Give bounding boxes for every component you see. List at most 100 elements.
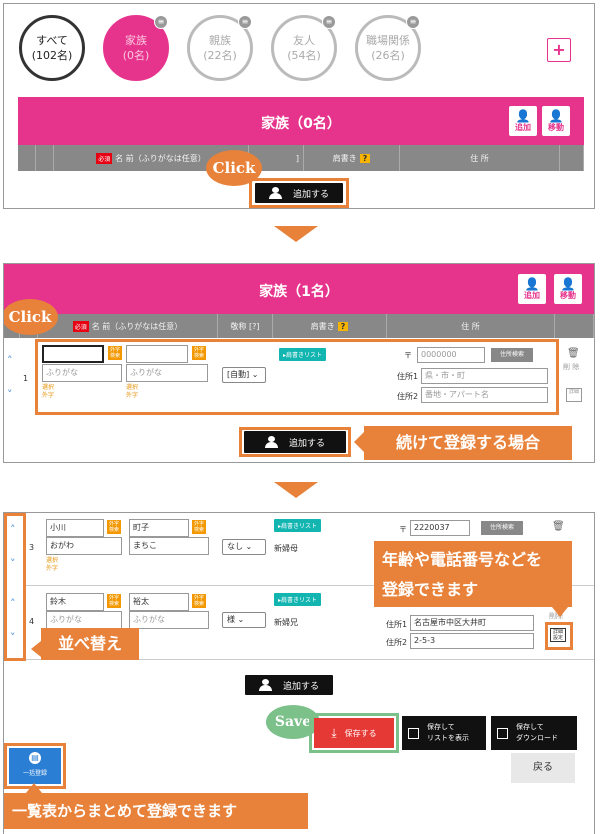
panel-step1: すべて (102名) 家族 (0名) ≡ 親族 (22名) ≡ 友人 (54名)… [3,3,595,209]
last-name-furigana-input[interactable]: おがわ [46,537,122,555]
sort-down-icon[interactable]: ˅ [10,557,16,570]
add-button[interactable]: 追加する [245,675,333,695]
sort-up-icon[interactable]: ˄ [10,523,16,536]
save-button[interactable]: ⤓ 保存する [314,718,394,748]
row-number: 3 [29,543,35,552]
col-label: 住 所 [461,321,480,331]
addr2-textarea[interactable]: 番地・アパート名 [421,387,548,403]
last-name-input[interactable]: 鈴木 [46,593,104,611]
group-name: すべて [36,34,68,47]
kanji-search-button[interactable]: 外字検索 [107,594,121,608]
sort-down-icon[interactable]: ˅ [10,631,16,644]
first-name-furigana-input[interactable]: まちこ [129,537,209,555]
menu-icon[interactable]: ≡ [406,15,420,29]
addr2-textarea[interactable]: 2-5-3 [410,633,534,649]
sort-up-icon[interactable]: ˄ [10,597,16,610]
col-title: 肩書き? [273,314,387,338]
honorific-select[interactable]: [自動] ⌄ [222,367,266,383]
group-friends[interactable]: 友人 (54名) ≡ [271,15,337,81]
callout-arrow [31,641,41,657]
title-list-button[interactable]: ▸肩書きリスト [279,348,327,361]
group-name: 友人 [293,34,315,47]
address-search-button[interactable]: 住所検索 [491,348,533,362]
honorific-select[interactable]: なし ⌄ [222,539,266,555]
group-relatives[interactable]: 親族 (22名) ≡ [187,15,253,81]
sort-down-icon[interactable]: ˅ [7,388,13,401]
table-header: 必須名 前（ふりがなは任意） ] 肩書き? 住 所 [18,145,584,171]
group-work[interactable]: 職場関係 (26名) ≡ [355,15,421,81]
menu-icon[interactable]: ≡ [154,15,168,29]
first-name-furigana-input[interactable]: ふりがな [126,364,208,382]
first-name-furigana-input[interactable]: ふりがな [129,611,209,629]
callout-bulk: 一覧表からまとめて登録できます [4,793,308,829]
addr1-label: 住所1 [397,372,419,381]
kanji-search-button[interactable]: 外字検索 [107,520,121,534]
addr1-input[interactable]: 名古屋市中区大井町 [410,615,534,631]
group-family[interactable]: 家族 (0名) ≡ [103,15,169,81]
group-header-bar: 家族（0名） 👤 追加 👤 移動 [18,97,584,145]
save-download-button[interactable]: 保存して ダウンロード [491,716,577,750]
group-name: 親族 [209,34,231,47]
col-address: 住 所 [400,145,560,171]
group-count: (54名) [287,49,321,62]
checkbox-icon [408,727,419,739]
address-search-button[interactable]: 住所検索 [481,521,523,535]
first-name-input[interactable]: 町子 [129,519,189,537]
last-name-furigana-input[interactable]: ふりがな [42,364,122,382]
first-name-input[interactable]: 裕太 [129,593,189,611]
bulk-register-button[interactable]: ▤ 一括登録 [9,748,61,784]
group-all[interactable]: すべて (102名) [19,15,85,81]
detail-button[interactable]: 詳細 [566,388,582,402]
icon-label: 追加 [515,123,531,132]
menu-icon[interactable]: ≡ [322,15,336,29]
move-member-icon-button[interactable]: 👤 移動 [542,106,570,136]
help-icon[interactable]: ? [337,321,349,331]
group-title: 家族（1名） [259,284,339,300]
last-name-furigana-input[interactable]: ふりがな [46,611,122,629]
add-member-icon-button[interactable]: 👤 追加 [518,274,546,304]
select-value: 様 [227,615,235,624]
last-name-input[interactable]: 小川 [46,519,104,537]
move-member-icon-button[interactable]: 👤 移動 [554,274,582,304]
kanji-search-button[interactable]: 外字検索 [192,594,206,608]
title-list-button[interactable]: ▸肩書きリスト [274,519,322,532]
kanji-search-button[interactable]: 外字検索 [108,346,122,360]
zip-input[interactable]: 0000000 [417,347,485,363]
add-button[interactable]: 追加する [255,183,343,203]
checkbox-icon [497,727,508,739]
trash-icon[interactable]: 🗑 [552,521,565,532]
icon-label: 移動 [548,123,564,132]
callout-text: 登録できます [382,580,479,599]
help-icon[interactable]: ? [359,153,371,163]
add-button[interactable]: 追加する [244,431,346,453]
save-list-button[interactable]: 保存してリストを表示 [402,716,486,750]
label-line: リストを表示 [427,734,469,742]
label-line: 保存して [427,723,455,731]
back-button[interactable]: 戻る [511,753,575,783]
delete-label: 削 除 [563,363,580,371]
detail-button[interactable]: 詳細設定 [550,628,566,642]
last-name-input[interactable] [42,345,104,363]
zip-input[interactable]: 2220037 [410,520,470,536]
menu-icon[interactable]: ≡ [238,15,252,29]
honorific-select[interactable]: 様 ⌄ [222,612,266,628]
group-count: (26名) [371,49,405,62]
button-label: 一括登録 [22,770,47,777]
kanji-search-button[interactable]: 外字検索 [192,346,206,360]
add-user-icon: 👤 [524,277,540,291]
title-value: 新婦母 [274,544,298,553]
col-address: 住 所 [387,314,555,338]
col-label: 住 所 [470,153,489,163]
sort-up-icon[interactable]: ˄ [7,354,13,367]
zip-mark: 〒 [404,351,412,360]
select-value: [自動] [227,370,250,379]
addr1-input[interactable]: 県・市・町 [421,368,548,384]
add-group-button[interactable]: + [547,38,571,62]
trash-icon[interactable]: 🗑 [567,348,580,359]
title-value: 新婦兄 [274,618,298,627]
kanji-search-button[interactable]: 外字検索 [192,520,206,534]
add-member-icon-button[interactable]: 👤 追加 [509,106,537,136]
title-list-button[interactable]: ▸肩書きリスト [274,593,322,606]
down-arrow [274,226,318,242]
first-name-input[interactable] [126,345,188,363]
